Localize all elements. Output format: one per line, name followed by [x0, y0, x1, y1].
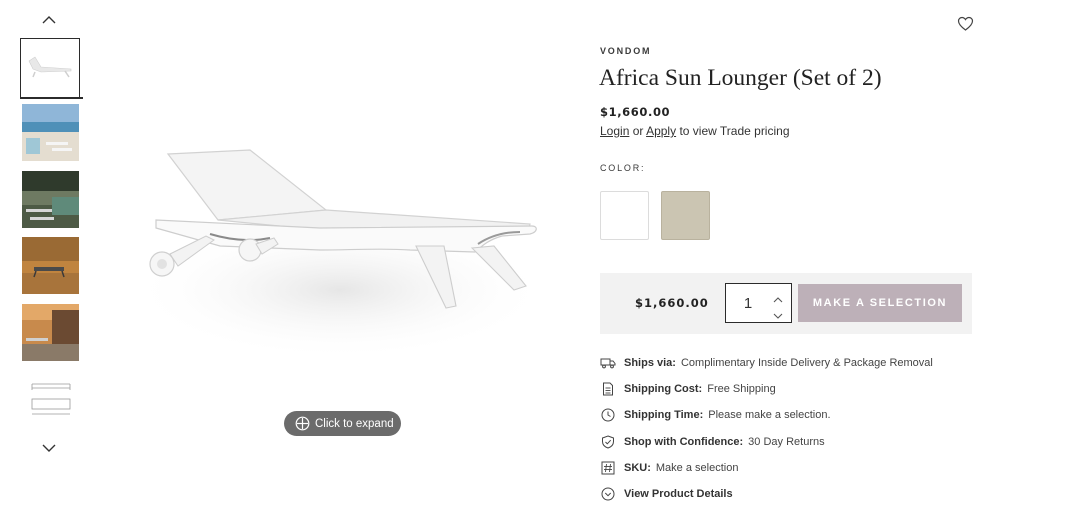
login-link[interactable]: Login — [600, 124, 629, 138]
dimension-drawing-image — [22, 370, 79, 427]
selected-thumbnail-indicator — [20, 97, 83, 99]
detail-shipping-time: Shipping Time: Please make a selection. — [600, 407, 831, 423]
chevron-down-icon — [773, 313, 783, 319]
detail-key: View Product Details — [624, 488, 733, 500]
expand-image-button[interactable]: Click to expand — [284, 411, 401, 436]
beach-image — [22, 104, 79, 161]
product-title: Africa Sun Lounger (Set of 2) — [599, 65, 882, 91]
detail-key: Shipping Time: — [624, 409, 704, 421]
detail-shop-with-confidence: Shop with Confidence: 30 Day Returns — [600, 434, 825, 450]
quantity-stepper — [725, 283, 792, 323]
color-swatch-white[interactable] — [600, 191, 649, 240]
chevron-down-icon — [42, 444, 56, 452]
thumbnail-poolside-scene[interactable] — [22, 171, 79, 228]
hash-icon — [600, 460, 616, 476]
detail-value: Complimentary Inside Delivery & Package … — [680, 357, 933, 369]
terrace-image — [22, 237, 79, 294]
color-swatch-taupe[interactable] — [661, 191, 710, 240]
shield-check-icon — [600, 434, 616, 450]
thumbnail-beach-scene[interactable] — [22, 104, 79, 161]
detail-key: Ships via: — [624, 357, 676, 369]
thumbnail-dimension-drawing[interactable] — [22, 370, 79, 427]
clock-icon — [600, 407, 616, 423]
make-a-selection-button[interactable]: MAKE A SELECTION — [798, 284, 962, 322]
chevron-up-icon — [773, 297, 783, 303]
detail-value: Make a selection — [655, 462, 739, 474]
wishlist-heart-icon[interactable] — [957, 16, 974, 32]
brand-name[interactable]: VONDOM — [600, 46, 651, 56]
purchase-bar: $1,660.00 MAKE A SELECTION — [600, 273, 972, 334]
trade-pricing-line: Login or Apply to view Trade pricing — [600, 124, 790, 138]
color-label: COLOR: — [600, 163, 646, 173]
chevron-up-icon — [42, 16, 56, 24]
thumbnail-scroll-down-button[interactable] — [38, 441, 60, 455]
detail-shipping-cost: Shipping Cost: Free Shipping — [600, 381, 776, 397]
thumbnail-scroll-up-button[interactable] — [38, 13, 60, 27]
poolside-image — [22, 171, 79, 228]
detail-key: SKU: — [624, 462, 651, 474]
product-price: $1,660.00 — [600, 105, 671, 119]
detail-value: Free Shipping — [707, 383, 776, 395]
detail-key: Shipping Cost: — [624, 383, 703, 395]
trade-suffix-text: to view Trade pricing — [679, 124, 790, 138]
expand-label: Click to expand — [315, 417, 394, 430]
thumbnail-sunset-scene[interactable] — [22, 304, 79, 361]
detail-key: Shop with Confidence: — [624, 436, 744, 448]
chevron-circle-icon — [600, 486, 616, 502]
thumbnail-white-lounger[interactable] — [20, 38, 80, 98]
quantity-decrease-button[interactable] — [772, 306, 784, 319]
lounger-image — [21, 39, 79, 97]
thumbnail-terrace-scene[interactable] — [22, 237, 79, 294]
expand-crosshair-icon — [295, 416, 310, 431]
document-icon — [600, 381, 616, 397]
sunset-image — [22, 304, 79, 361]
main-product-image[interactable] — [110, 40, 570, 510]
trade-or-text: or — [632, 124, 644, 138]
truck-icon — [600, 355, 616, 371]
quantity-increase-button[interactable] — [772, 290, 784, 303]
detail-value: 30 Day Returns — [748, 436, 825, 448]
detail-value: Please make a selection. — [708, 409, 831, 421]
apply-link[interactable]: Apply — [646, 124, 676, 138]
sun-lounger-image — [130, 149, 550, 360]
detail-ships-via: Ships via: Complimentary Inside Delivery… — [600, 355, 933, 371]
quantity-input[interactable] — [726, 284, 770, 322]
purchase-price: $1,660.00 — [635, 296, 709, 310]
detail-sku: SKU: Make a selection — [600, 460, 738, 476]
view-product-details-link[interactable]: View Product Details — [600, 486, 738, 502]
